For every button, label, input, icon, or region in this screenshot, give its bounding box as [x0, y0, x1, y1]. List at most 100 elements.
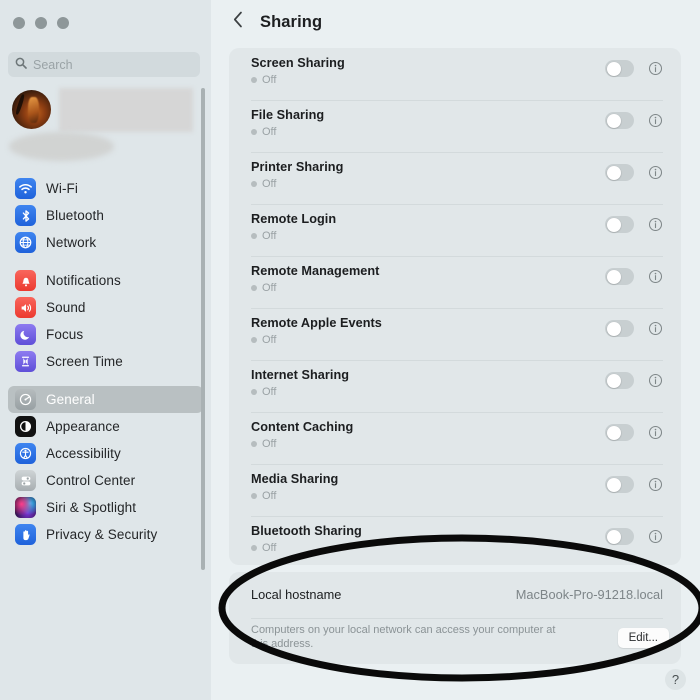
info-icon[interactable]	[648, 373, 663, 388]
info-icon[interactable]	[648, 113, 663, 128]
service-toggle[interactable]	[605, 424, 634, 441]
sidebar-item-network[interactable]: Network	[8, 229, 203, 256]
service-toggle[interactable]	[605, 60, 634, 77]
moon-icon	[15, 324, 36, 345]
service-texts: Screen Sharing Off	[251, 56, 345, 86]
network-globe-icon	[15, 232, 36, 253]
gear-icon	[15, 389, 36, 410]
local-hostname-row[interactable]: Local hostname MacBook-Pro-91218.local	[229, 572, 681, 618]
info-icon[interactable]	[648, 165, 663, 180]
info-icon[interactable]	[648, 321, 663, 336]
close-button[interactable]	[13, 17, 25, 29]
bell-icon	[15, 270, 36, 291]
search-input[interactable]	[33, 57, 193, 72]
back-button[interactable]	[230, 11, 246, 33]
info-icon[interactable]	[648, 425, 663, 440]
service-toggle[interactable]	[605, 320, 634, 337]
search-field[interactable]	[8, 52, 200, 77]
bluetooth-icon	[15, 205, 36, 226]
chevron-left-icon	[233, 11, 243, 33]
service-status-line: Off	[251, 74, 345, 86]
service-toggle[interactable]	[605, 216, 634, 233]
service-controls	[605, 164, 663, 181]
service-title: File Sharing	[251, 108, 325, 122]
sidebar-item-label: Focus	[46, 327, 84, 342]
info-icon[interactable]	[648, 529, 663, 544]
sidebar-item-screen-time[interactable]: Screen Time	[8, 348, 203, 375]
sidebar-item-accessibility[interactable]: Accessibility	[8, 440, 203, 467]
sidebar-item-label: Privacy & Security	[46, 527, 158, 542]
service-toggle[interactable]	[605, 528, 634, 545]
sidebar-item-label: Screen Time	[46, 354, 123, 369]
sidebar-item-bluetooth[interactable]: Bluetooth	[8, 202, 203, 229]
sharing-service-row: Content Caching Off	[229, 412, 681, 464]
service-status-line: Off	[251, 542, 362, 554]
service-texts: File Sharing Off	[251, 108, 324, 138]
window-traffic-lights	[13, 17, 69, 29]
status-dot-icon	[251, 493, 257, 499]
sharing-service-row: Screen Sharing Off	[229, 48, 681, 100]
toggle-knob	[606, 165, 621, 180]
sidebar-nav: Wi-Fi Bluetooth Network Notifications So…	[0, 175, 211, 559]
service-toggle[interactable]	[605, 268, 634, 285]
sidebar-group-network: Wi-Fi Bluetooth Network	[0, 175, 211, 256]
sidebar-item-siri-and-spotlight[interactable]: Siri & Spotlight	[8, 494, 203, 521]
privacy-hand-icon	[15, 524, 36, 545]
sidebar-item-label: Accessibility	[46, 446, 121, 461]
status-dot-icon	[251, 285, 257, 291]
sidebar-item-wi-fi[interactable]: Wi-Fi	[8, 175, 203, 202]
service-status: Off	[262, 334, 277, 346]
status-dot-icon	[251, 545, 257, 551]
service-toggle[interactable]	[605, 112, 634, 129]
control-center-icon	[15, 470, 36, 491]
service-title: Media Sharing	[251, 472, 339, 486]
service-controls	[605, 476, 663, 493]
sidebar-item-privacy-and-security[interactable]: Privacy & Security	[8, 521, 203, 548]
appearance-contrast-icon	[15, 416, 36, 437]
service-controls	[605, 528, 663, 545]
service-texts: Bluetooth Sharing Off	[251, 524, 362, 554]
sidebar-item-label: Sound	[46, 300, 86, 315]
sharing-service-row: Internet Sharing Off	[229, 360, 681, 412]
zoom-button[interactable]	[57, 17, 69, 29]
sharing-services-card: Screen Sharing Off File Sharing Off Printer …	[229, 48, 681, 565]
sharing-service-row: Media Sharing Off	[229, 464, 681, 516]
service-toggle[interactable]	[605, 476, 634, 493]
service-toggle[interactable]	[605, 372, 634, 389]
info-icon[interactable]	[648, 269, 663, 284]
status-dot-icon	[251, 441, 257, 447]
status-dot-icon	[251, 337, 257, 343]
panel-header: Sharing	[230, 11, 322, 33]
sidebar-scrollbar[interactable]	[201, 88, 205, 570]
help-button[interactable]: ?	[665, 669, 686, 690]
redacted-user-name	[59, 88, 193, 132]
service-texts: Remote Management Off	[251, 264, 379, 294]
toggle-knob	[606, 321, 621, 336]
service-texts: Internet Sharing Off	[251, 368, 349, 398]
sidebar-item-notifications[interactable]: Notifications	[8, 267, 203, 294]
status-dot-icon	[251, 389, 257, 395]
sharing-service-row: Bluetooth Sharing Off	[229, 516, 681, 568]
sidebar-group-system: Notifications Sound Focus Screen Time	[0, 267, 211, 375]
sidebar-item-focus[interactable]: Focus	[8, 321, 203, 348]
service-status: Off	[262, 126, 277, 138]
service-controls	[605, 60, 663, 77]
service-toggle[interactable]	[605, 164, 634, 181]
sidebar-item-sound[interactable]: Sound	[8, 294, 203, 321]
service-status-line: Off	[251, 490, 338, 502]
service-status-line: Off	[251, 178, 343, 190]
info-icon[interactable]	[648, 217, 663, 232]
system-settings-window: Wi-Fi Bluetooth	[0, 0, 700, 700]
sidebar-item-control-center[interactable]: Control Center	[8, 467, 203, 494]
sidebar-group-general: General Appearance Accessibility Control…	[0, 386, 211, 548]
service-status: Off	[262, 74, 277, 86]
info-icon[interactable]	[648, 477, 663, 492]
sidebar-item-appearance[interactable]: Appearance	[8, 413, 203, 440]
info-icon[interactable]	[648, 61, 663, 76]
service-status: Off	[262, 386, 277, 398]
sidebar-item-general[interactable]: General	[8, 386, 203, 413]
edit-hostname-button[interactable]: Edit...	[617, 628, 669, 648]
minimize-button[interactable]	[35, 17, 47, 29]
service-controls	[605, 424, 663, 441]
user-profile-row[interactable]	[8, 85, 203, 163]
